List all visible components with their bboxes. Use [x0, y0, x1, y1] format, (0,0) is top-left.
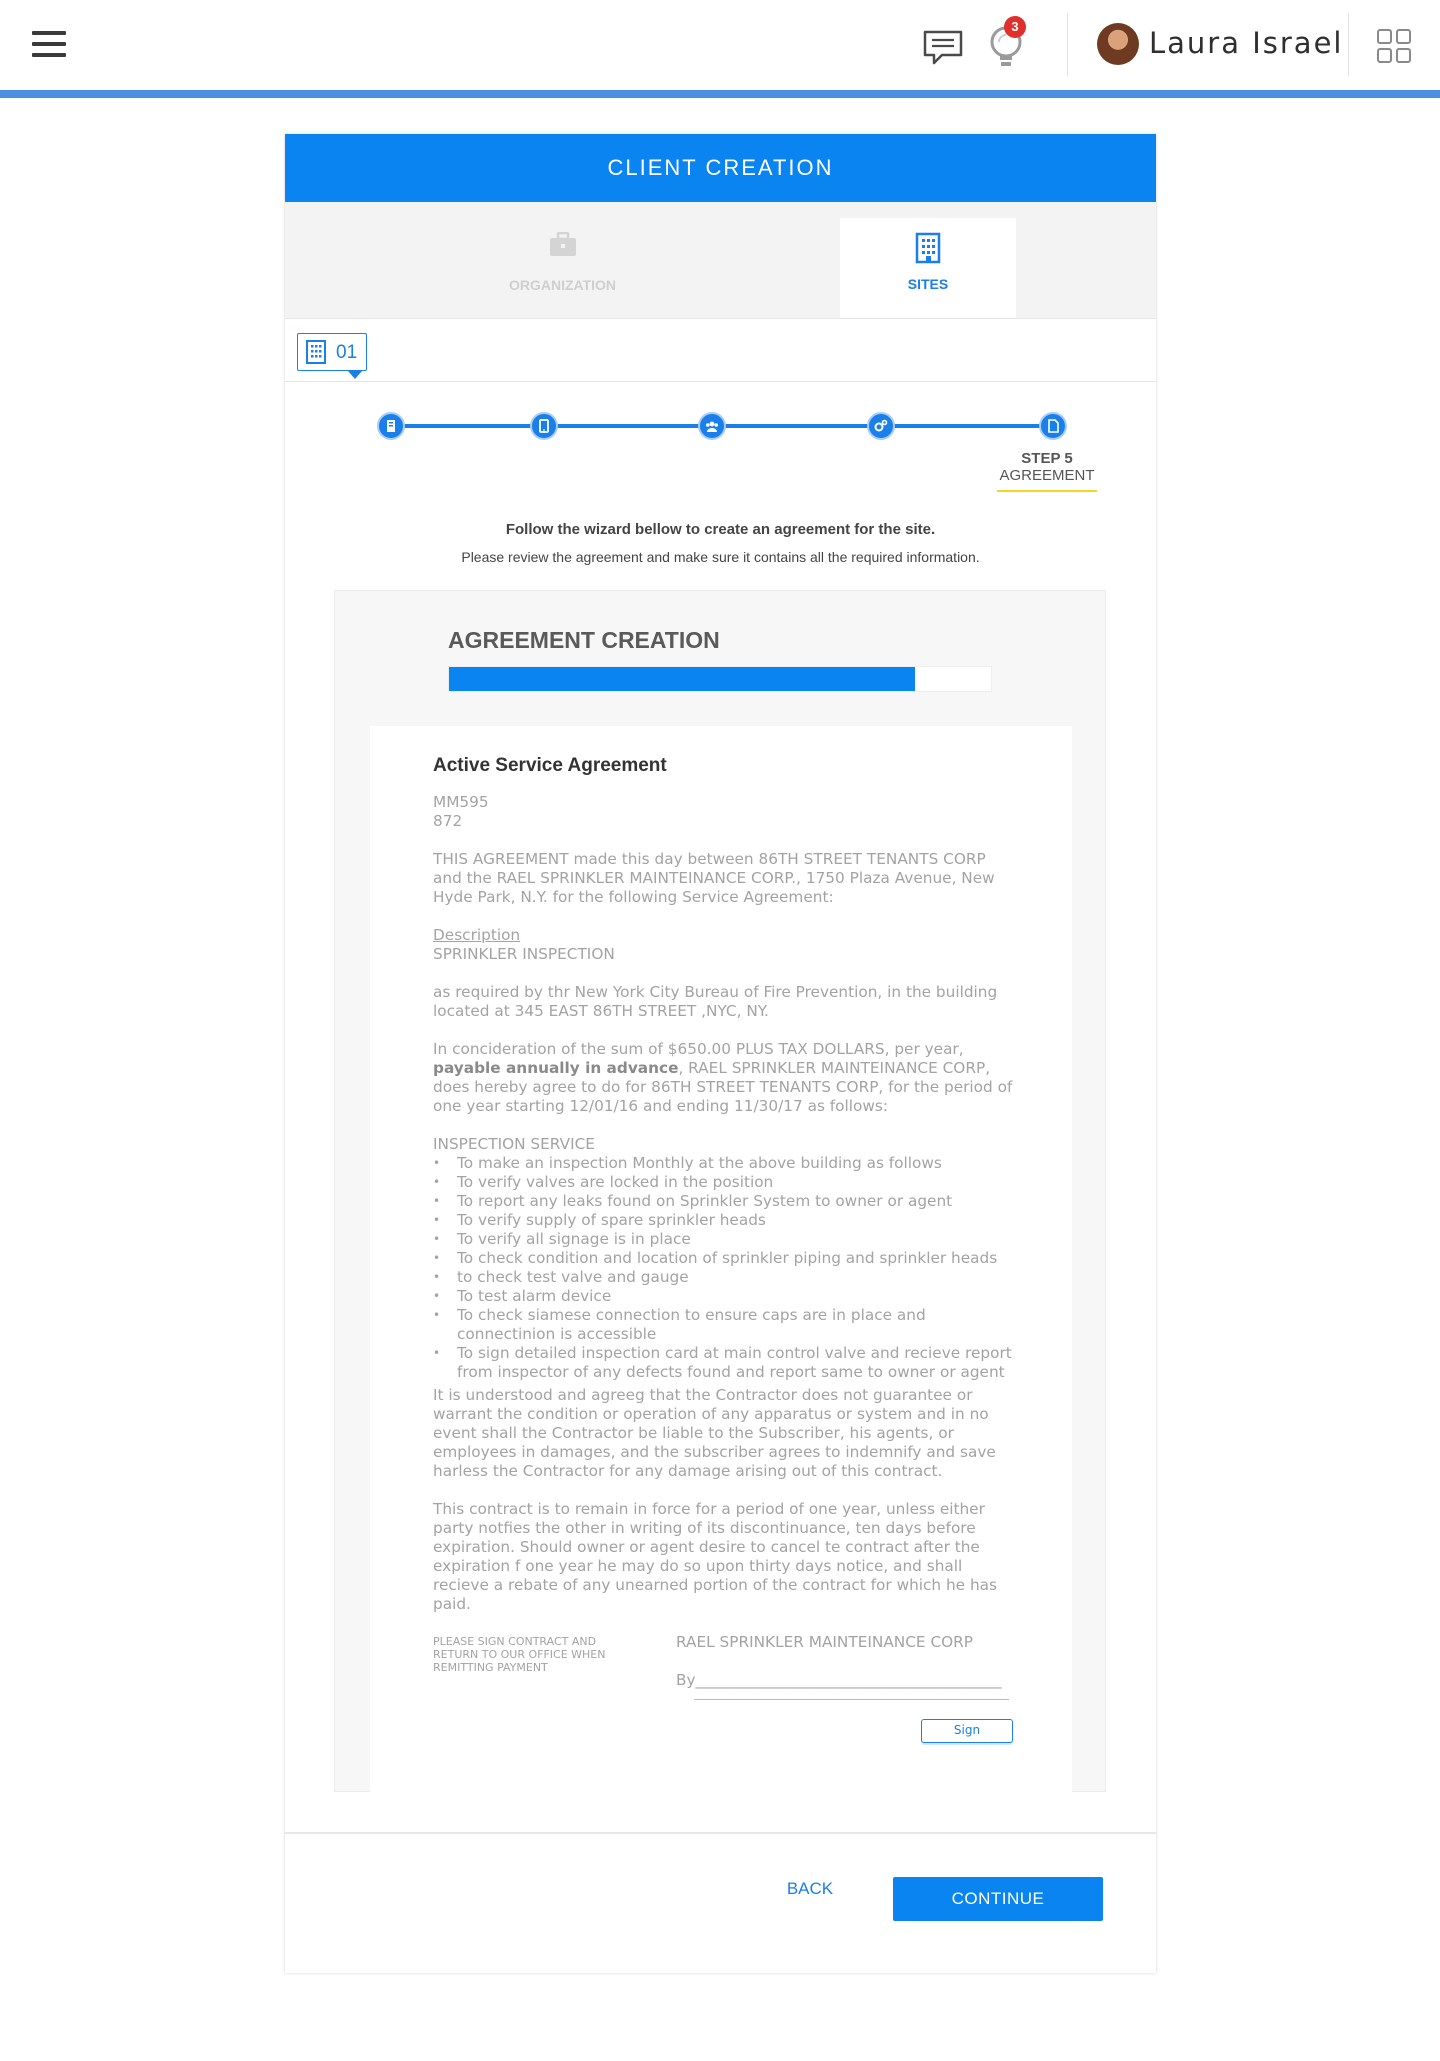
header-accent-line	[0, 90, 1440, 98]
building-icon	[915, 232, 941, 264]
card-title: CLIENT CREATION	[285, 134, 1156, 202]
list-item: To check condition and location of sprin…	[433, 1249, 1013, 1268]
agreement-panel: AGREEMENT CREATION Active Service Agreem…	[334, 590, 1106, 1793]
step-5-circle[interactable]	[1039, 412, 1067, 440]
sign-button[interactable]: Sign	[921, 1719, 1013, 1743]
consideration-text-a: In concideration of the sum of $650.00 P…	[433, 1040, 964, 1058]
description-value: SPRINKLER INSPECTION	[433, 945, 615, 963]
chat-icon[interactable]	[922, 28, 964, 68]
instruction-sub: Please review the agreement and make sur…	[461, 549, 980, 565]
list-item: To verify supply of spare sprinkler head…	[433, 1211, 1013, 1230]
list-item: To test alarm device	[433, 1287, 1013, 1306]
avatar[interactable]	[1097, 23, 1139, 65]
company-name: RAEL SPRINKLER MAINTEINANCE CORP	[676, 1633, 974, 1651]
notification-badge: 3	[1004, 16, 1026, 38]
instruction-main: Follow the wizard bellow to create an ag…	[505, 521, 936, 538]
term-paragraph: This contract is to remain in force for …	[433, 1500, 997, 1613]
tab-organization[interactable]: ORGANIZATION	[285, 202, 840, 318]
step-underline	[997, 490, 1097, 492]
document-code: MM595 872	[433, 793, 1013, 831]
current-step-label: STEP 5 AGREEMENT	[997, 450, 1097, 484]
tablet-icon	[539, 419, 549, 433]
tab-sites-label: SITES	[907, 276, 949, 292]
site-number: 01	[336, 342, 358, 363]
list-item: to check test valve and gauge	[433, 1268, 1013, 1287]
gears-icon	[874, 419, 888, 432]
list-item: To check siamese connection to ensure ca…	[433, 1306, 1013, 1344]
footer-divider	[285, 1832, 1156, 1834]
code-line-1: MM595	[433, 793, 489, 811]
location-paragraph: as required by thr New York City Bureau …	[433, 983, 998, 1020]
user-name[interactable]: Laura Israel	[1149, 26, 1343, 60]
list-item: To make an inspection Monthly at the abo…	[433, 1154, 1013, 1173]
signature-line: By______________________________________…	[676, 1671, 1002, 1689]
group-icon	[706, 421, 718, 432]
description-label: Description	[433, 926, 521, 944]
list-item: To report any leaks found on Sprinkler S…	[433, 1192, 1013, 1211]
building-icon	[306, 340, 326, 364]
agreement-document: Active Service Agreement MM595 872 THIS …	[370, 726, 1072, 1793]
continue-button[interactable]: CONTINUE	[893, 1877, 1103, 1921]
step-1-circle[interactable]	[377, 412, 405, 440]
tab-bar: ORGANIZATION SITES	[285, 202, 1156, 318]
sign-note: PLEASE SIGN CONTRACT AND RETURN TO OUR O…	[433, 1635, 606, 1674]
agreement-progress-bar	[448, 666, 992, 692]
liability-paragraph: It is understood and agreeg that the Con…	[433, 1386, 996, 1480]
service-heading: INSPECTION SERVICE	[433, 1135, 595, 1153]
top-bar: 3 Laura Israel	[0, 0, 1440, 92]
apps-grid-icon[interactable]	[1376, 28, 1412, 64]
service-list: To make an inspection Monthly at the abo…	[433, 1154, 1013, 1382]
agreement-heading: AGREEMENT CREATION	[448, 627, 720, 653]
client-creation-card: CLIENT CREATION ORGANIZATION SITES 01 ST…	[285, 134, 1156, 1973]
site-selector-row: 01	[285, 318, 1156, 382]
consideration-bold: payable annually in advance	[433, 1059, 679, 1077]
tab-organization-label: ORGANIZATION	[508, 277, 617, 293]
list-item: To verify all signage is in place	[433, 1230, 1013, 1249]
signature-line-2	[694, 1692, 1009, 1700]
briefcase-icon	[549, 232, 576, 256]
tab-sites[interactable]: SITES	[840, 218, 1016, 318]
step-2-circle[interactable]	[530, 412, 558, 440]
step-4-circle[interactable]	[867, 412, 895, 440]
back-button[interactable]: BACK	[775, 1879, 845, 1903]
step-number: STEP 5	[1021, 450, 1073, 467]
hamburger-menu-icon[interactable]	[32, 31, 66, 59]
step-3-circle[interactable]	[698, 412, 726, 440]
intro-paragraph: THIS AGREEMENT made this day between 86T…	[433, 850, 995, 906]
document-icon	[387, 420, 395, 432]
consideration-paragraph: In concideration of the sum of $650.00 P…	[433, 1040, 1013, 1116]
divider	[1348, 14, 1349, 76]
divider	[1067, 14, 1068, 76]
signature-block: PLEASE SIGN CONTRACT AND RETURN TO OUR O…	[433, 1633, 1013, 1763]
file-icon	[1048, 419, 1059, 433]
code-line-2: 872	[433, 812, 463, 830]
list-item: To sign detailed inspection card at main…	[433, 1344, 1013, 1382]
step-name: AGREEMENT	[999, 467, 1095, 484]
description-block: Description SPRINKLER INSPECTION	[433, 926, 1013, 964]
chip-caret	[348, 371, 362, 379]
document-title: Active Service Agreement	[433, 755, 667, 776]
site-chip[interactable]: 01	[297, 333, 367, 379]
list-item: To verify valves are locked in the posit…	[433, 1173, 1013, 1192]
agreement-progress-fill	[449, 667, 916, 691]
